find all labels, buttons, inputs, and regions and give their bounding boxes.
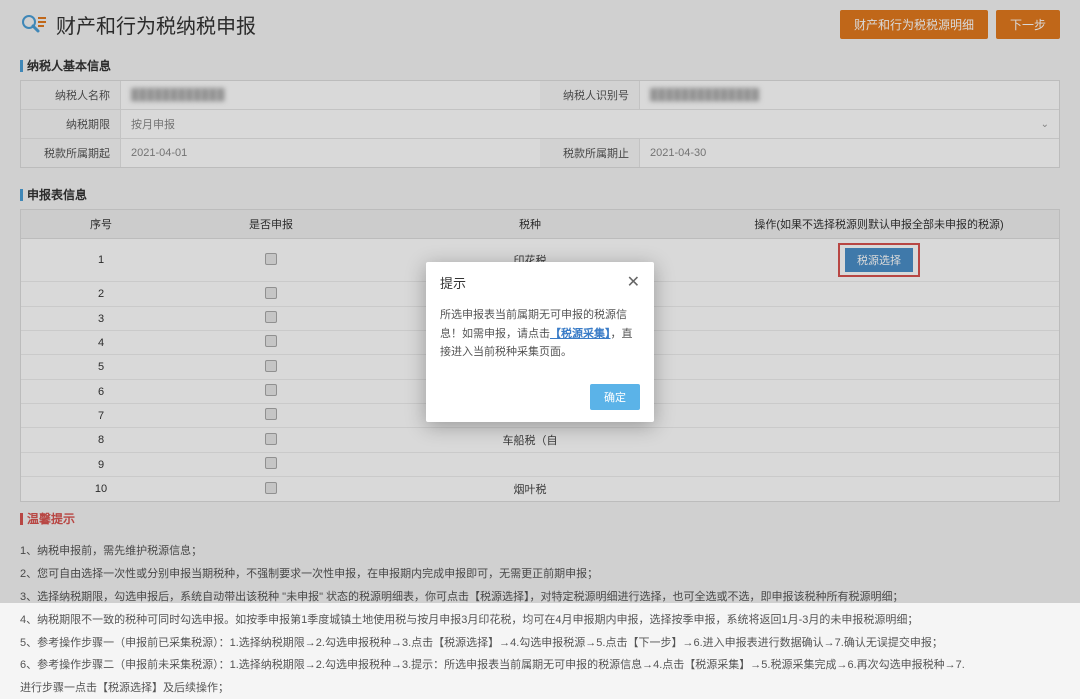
tip-line: 6、参考操作步骤二（申报前未采集税源）：1.选择纳税期限→2.勾选申报税种→3.… — [20, 655, 1060, 676]
tip-line: 进行步骤一点击【税源选择】及后续操作； — [20, 678, 1060, 699]
close-icon[interactable]: ✕ — [627, 272, 640, 292]
modal-body: 所选申报表当前属期无可申报的税源信息！如需申报，请点击【税源采集】，直接进入当前… — [426, 302, 654, 376]
tip-line: 4、纳税期限不一致的税种可同时勾选申报。如按季申报第1季度城镇土地使用税与按月申… — [20, 610, 1060, 631]
tax-source-collect-link[interactable]: 【税源采集】 — [550, 328, 611, 340]
modal-title: 提示 — [440, 273, 466, 292]
modal-header: 提示 ✕ — [426, 262, 654, 302]
modal-footer: 确定 — [426, 376, 654, 422]
confirm-button[interactable]: 确定 — [590, 384, 640, 410]
prompt-modal: 提示 ✕ 所选申报表当前属期无可申报的税源信息！如需申报，请点击【税源采集】，直… — [426, 262, 654, 422]
tip-line: 5、参考操作步骤一（申报前已采集税源）：1.选择纳税期限→2.勾选申报税种→3.… — [20, 633, 1060, 654]
